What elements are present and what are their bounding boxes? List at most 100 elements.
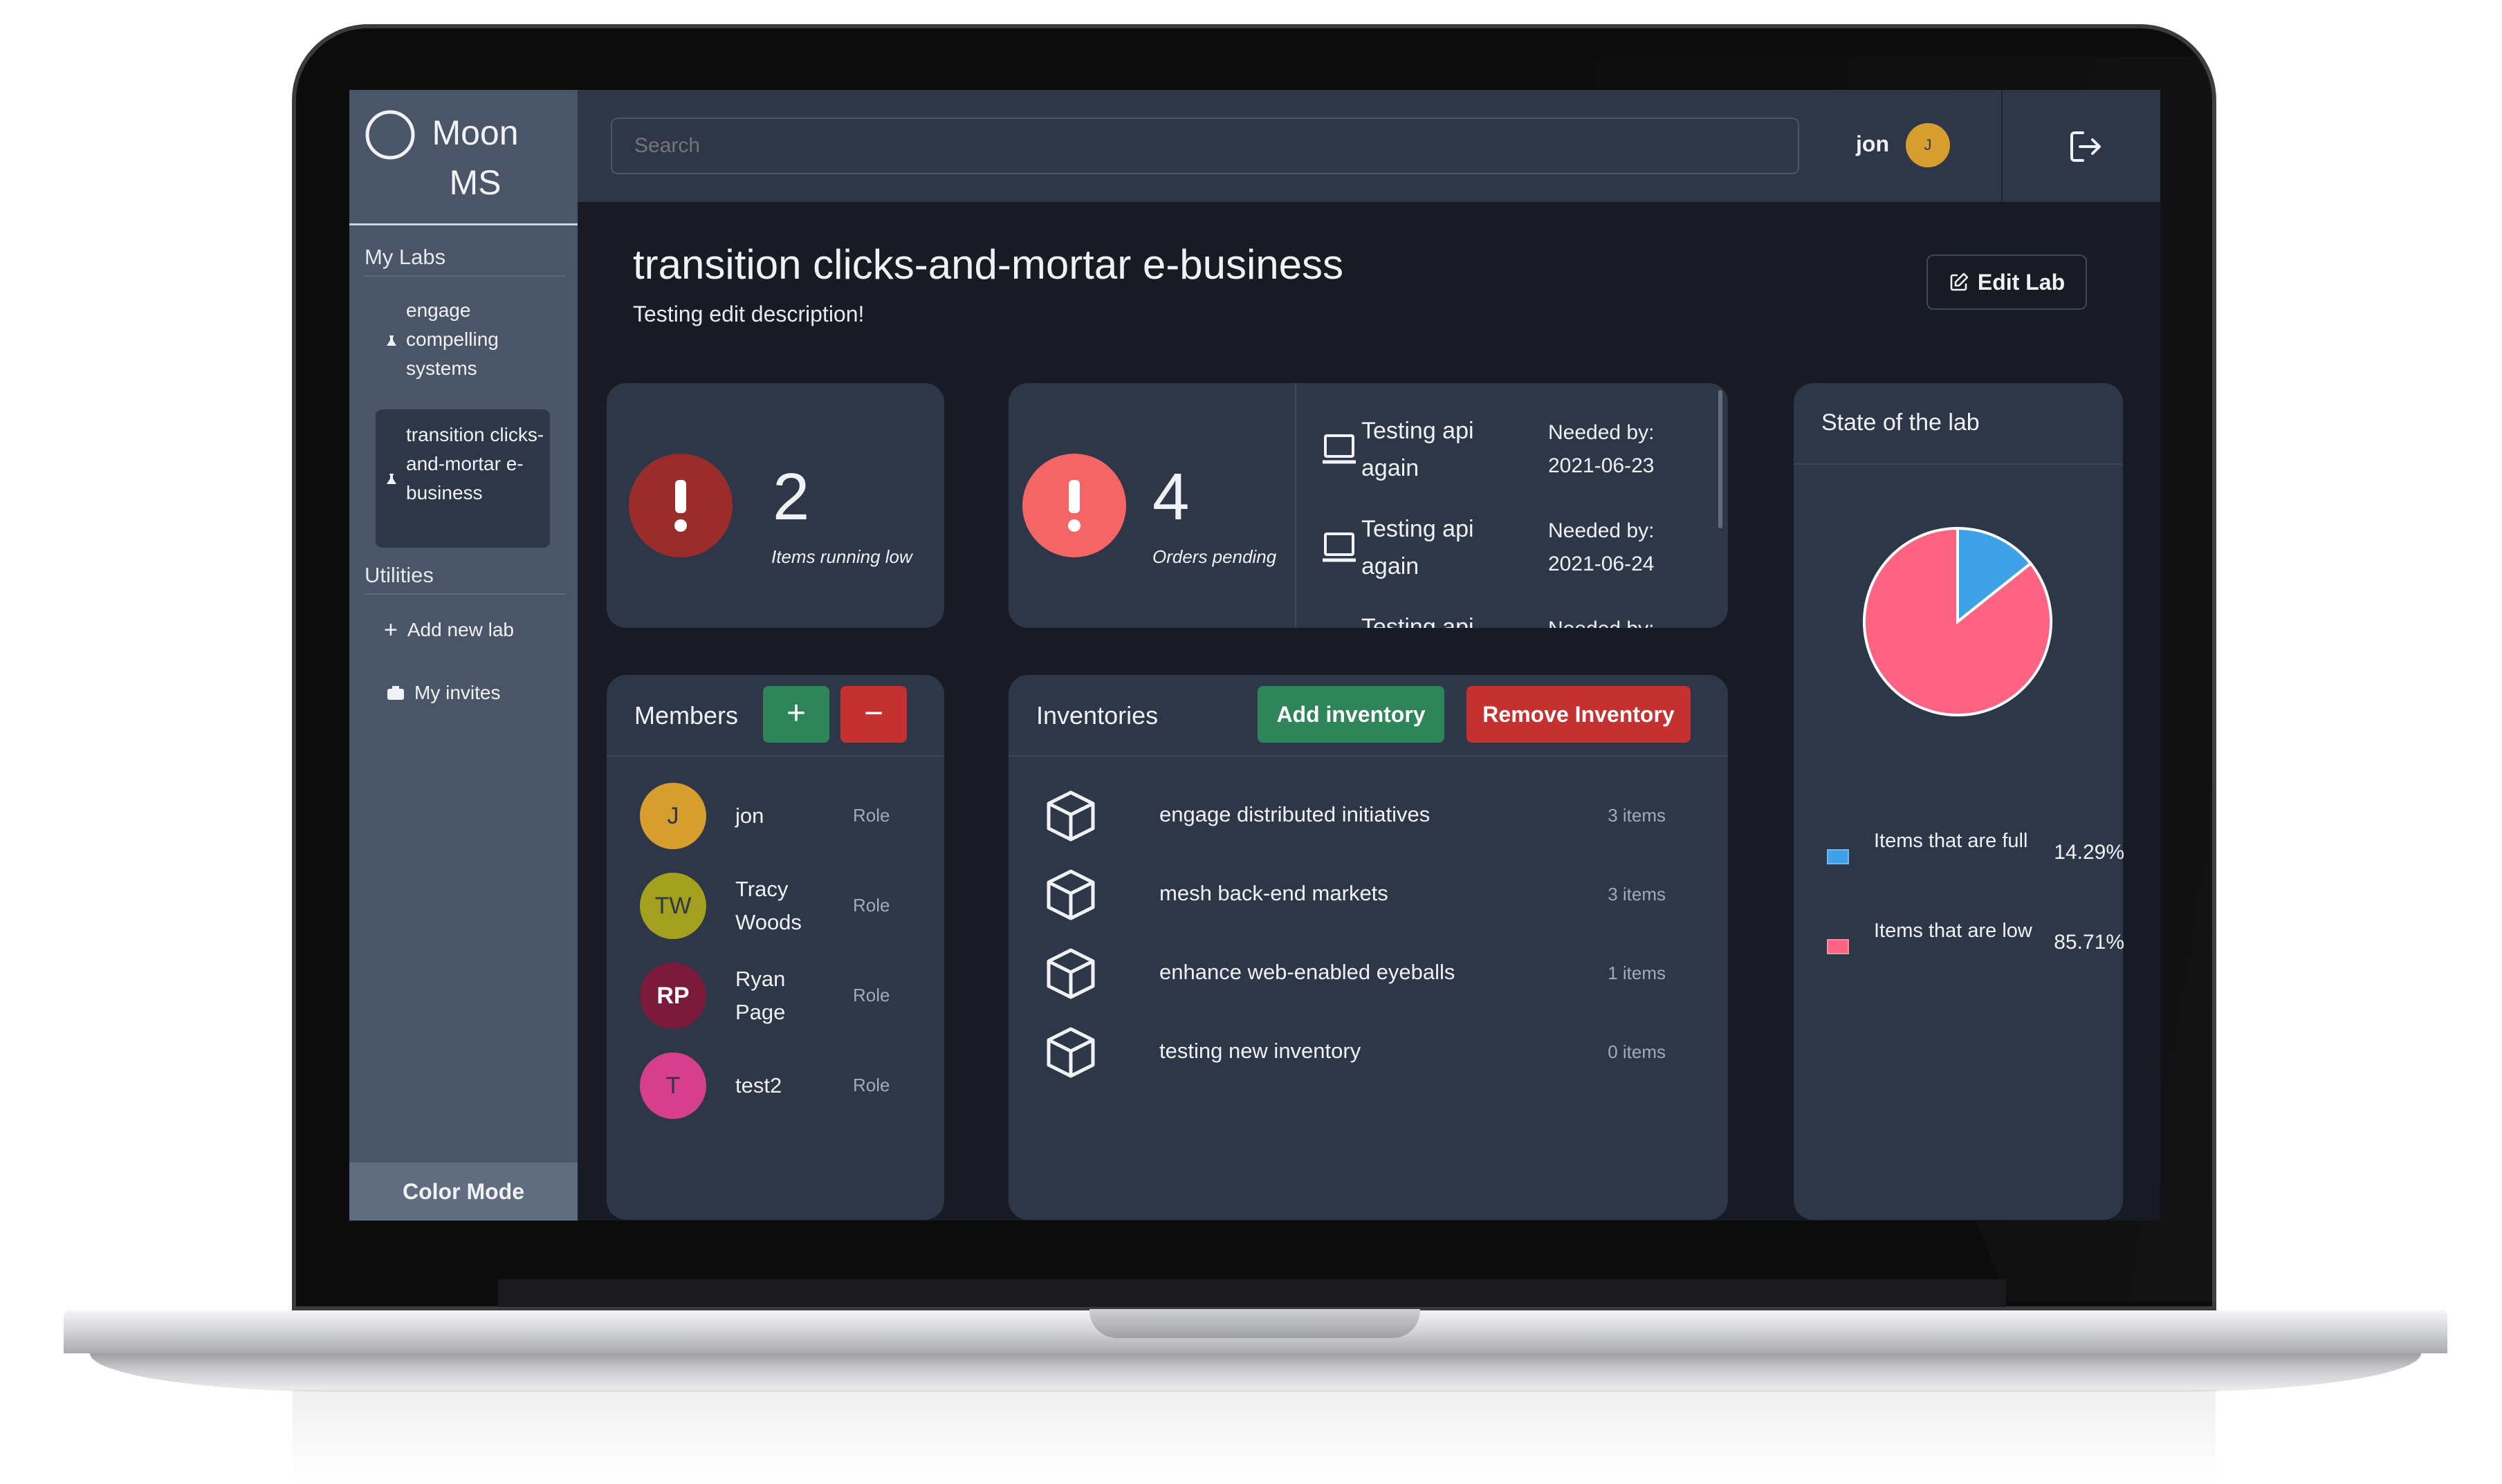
orders-count: 4 <box>1152 460 1190 534</box>
flask-icon <box>387 335 396 346</box>
logout-icon[interactable] <box>2065 126 2106 167</box>
member-name: test2 <box>735 1073 782 1097</box>
inventory-row[interactable]: testing new inventory 0 items <box>1043 1022 1680 1084</box>
brand[interactable]: Moon MS <box>349 90 578 225</box>
box-icon <box>1047 869 1095 920</box>
low-items-count: 2 <box>773 460 810 534</box>
state-card-header: State of the lab <box>1794 383 2123 465</box>
inventory-name: enhance web-enabled eyeballs <box>1159 960 1455 984</box>
laptop-icon <box>1320 627 1359 628</box>
member-role: Role <box>853 805 890 826</box>
member-row[interactable]: RP Ryan Page Role <box>640 963 903 1032</box>
inventory-count: 1 items <box>1608 963 1666 983</box>
legend-row[interactable]: Items that are low 85.71% <box>1827 914 2124 983</box>
legend-label: Items that are low <box>1874 920 2032 942</box>
my-invites-label: My invites <box>414 682 501 703</box>
laptop-bezel <box>498 1279 2006 1307</box>
member-name: Tracy Woods <box>735 877 802 934</box>
inventory-count: 0 items <box>1608 1041 1666 1062</box>
order-needed-by: Needed by: 2021-06-24 <box>1548 519 1655 575</box>
low-items-caption: Items running low <box>771 546 912 567</box>
inventory-name: testing new inventory <box>1159 1039 1361 1063</box>
color-mode-button[interactable]: Color Mode <box>349 1162 578 1221</box>
add-new-lab-label: Add new lab <box>407 619 514 640</box>
page-description: Testing edit description! <box>633 302 865 326</box>
inbox-icon <box>387 686 404 700</box>
add-new-lab-link[interactable]: + Add new lab <box>384 618 514 642</box>
remove-member-button[interactable]: − <box>840 686 907 743</box>
flask-icon <box>387 474 396 484</box>
order-needed-by: Needed by: 2021-06-23 <box>1548 421 1655 477</box>
order-row[interactable]: Testing api again Needed by: 2021-06-23 <box>1320 412 1721 502</box>
my-invites-link[interactable]: My invites <box>387 682 500 704</box>
plus-icon: + <box>384 617 398 643</box>
member-row[interactable]: TW Tracy Woods Role <box>640 873 903 942</box>
box-icon <box>1047 948 1095 999</box>
alert-icon <box>1022 454 1126 557</box>
legend-swatch <box>1827 849 1849 864</box>
remove-inventory-button[interactable]: Remove Inventory <box>1466 686 1691 743</box>
state-card-title: State of the lab <box>1821 409 1980 436</box>
order-name: Testing api <box>1361 614 1474 628</box>
member-name: jon <box>735 804 764 828</box>
legend-row[interactable]: Items that are full 14.29% <box>1827 824 2124 893</box>
inventory-row[interactable]: enhance web-enabled eyeballs 1 items <box>1043 943 1680 1005</box>
laptop-notch <box>1089 1309 1420 1338</box>
utilities-heading: Utilities <box>365 563 565 595</box>
pie-chart <box>1863 526 2052 716</box>
sidebar-lab-label: engage compelling systems <box>406 299 499 379</box>
member-role: Role <box>853 895 890 916</box>
search-input[interactable] <box>611 118 1799 174</box>
user-avatar[interactable]: J <box>1906 123 1950 167</box>
inventory-count: 3 items <box>1608 884 1666 905</box>
laptop-icon <box>1323 434 1356 464</box>
order-row[interactable]: Testing api Needed by: <box>1320 609 1721 628</box>
order-name: Testing api again <box>1361 418 1474 481</box>
inventories-title: Inventories <box>1036 701 1159 730</box>
avatar: T <box>640 1052 706 1119</box>
members-card: Members + − J jon Role TW Tracy Woods Ro… <box>607 675 944 1220</box>
brand-name: Moon MS <box>432 113 519 202</box>
add-inventory-button[interactable]: Add inventory <box>1258 686 1444 743</box>
moon-icon <box>365 110 415 160</box>
sidebar: Moon MS My Labs engage compelling system… <box>349 90 578 1221</box>
inventory-count: 3 items <box>1608 805 1666 826</box>
user-name[interactable]: jon <box>1856 131 1889 157</box>
order-name: Testing api again <box>1361 516 1474 579</box>
edit-icon <box>1950 272 1969 291</box>
member-row[interactable]: J jon Role <box>640 783 903 852</box>
legend-percent: 14.29% <box>2054 841 2124 864</box>
box-icon <box>1047 1027 1095 1078</box>
legend-swatch <box>1827 939 1849 954</box>
legend-percent: 85.71% <box>2054 931 2124 954</box>
members-title: Members <box>634 701 739 730</box>
member-role: Role <box>853 1075 890 1095</box>
inventory-row[interactable]: mesh back-end markets 3 items <box>1043 864 1680 927</box>
alert-icon <box>629 454 733 557</box>
members-header: Members + − <box>607 675 944 757</box>
sidebar-lab-item[interactable]: engage compelling systems <box>376 296 550 386</box>
member-row[interactable]: T test2 Role <box>640 1052 903 1122</box>
sidebar-lab-label: transition clicks-and-mortar e-business <box>406 424 544 503</box>
inventory-name: engage distributed initiatives <box>1159 802 1431 826</box>
orders-caption: Orders pending <box>1152 546 1277 567</box>
member-name: Ryan Page <box>735 967 786 1024</box>
laptop-shadow <box>293 1390 2216 1484</box>
low-items-card: 2 Items running low <box>607 383 944 628</box>
edit-lab-button[interactable]: Edit Lab <box>1926 254 2087 310</box>
box-icon <box>1047 790 1095 842</box>
sidebar-lab-item-active[interactable]: transition clicks-and-mortar e-business <box>376 409 550 548</box>
avatar: J <box>640 783 706 849</box>
add-member-button[interactable]: + <box>763 686 829 743</box>
state-card: State of the lab Items that are full 14.… <box>1794 383 2124 1220</box>
inventory-name: mesh back-end markets <box>1159 881 1388 905</box>
order-row[interactable]: Testing api again Needed by: 2021-06-24 <box>1320 510 1721 600</box>
inventories-card: Inventories Add inventory Remove Invento… <box>1009 675 1728 1220</box>
my-labs-heading: My Labs <box>365 245 565 277</box>
order-needed-by: Needed by: <box>1548 613 1700 628</box>
avatar: TW <box>640 873 706 939</box>
inventories-header: Inventories Add inventory Remove Invento… <box>1009 675 1728 757</box>
inventory-row[interactable]: engage distributed initiatives 3 items <box>1043 786 1680 848</box>
avatar: RP <box>640 963 706 1029</box>
orders-card: 4 Orders pending Testing api again Neede… <box>1009 383 1728 628</box>
